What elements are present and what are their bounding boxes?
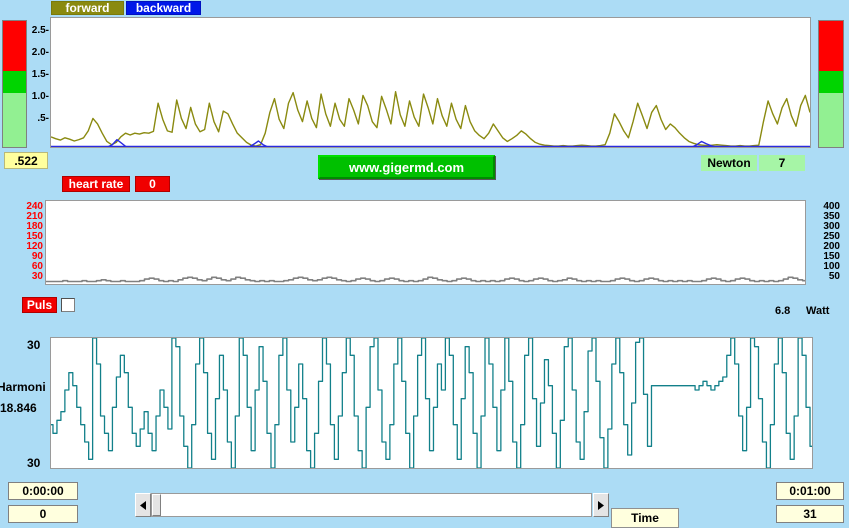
watt-value: 6.8 — [775, 305, 791, 317]
index-start-readout: 0 — [8, 505, 78, 523]
time-end-readout: 0:01:00 — [776, 482, 844, 500]
harmonic-chart-canvas — [51, 338, 812, 468]
gauge-segment-lightgreen — [3, 92, 26, 147]
gauge-segment-green — [3, 71, 26, 93]
y-tick: .5- — [37, 113, 49, 124]
index-end-readout: 31 — [776, 505, 844, 523]
puls-label: Puls — [22, 297, 57, 313]
triangle-right-icon — [597, 500, 604, 510]
time-start-readout: 0:00:00 — [8, 482, 78, 500]
scroll-right-button[interactable] — [593, 493, 609, 517]
y-tick: 1.0- — [31, 91, 49, 102]
gauge-segment-red — [819, 21, 843, 72]
gauge-segment-red — [3, 21, 26, 72]
watt-label: Watt — [806, 305, 830, 317]
y-tick: 1.5- — [31, 69, 49, 80]
y-tick: 2.0- — [31, 47, 49, 58]
heart-rate-chart[interactable] — [45, 200, 806, 285]
heart-rate-title: heart rate — [62, 176, 130, 192]
force-chart[interactable] — [50, 17, 811, 148]
time-button[interactable]: Time — [611, 508, 679, 528]
force-gauge-left — [2, 20, 27, 148]
y-tick: 2.5- — [31, 25, 49, 36]
newton-unit-label: Newton — [701, 155, 757, 171]
harmonic-bottom-tick: 30 — [27, 456, 41, 470]
y-tick: 30 — [31, 271, 43, 282]
force-chart-canvas — [51, 18, 810, 147]
triangle-left-icon — [139, 500, 146, 510]
gauge-segment-lightgreen — [819, 92, 843, 147]
scrollbar-track[interactable] — [151, 493, 592, 517]
gigermd-link-button[interactable]: www.gigermd.com — [318, 155, 495, 179]
heart-rate-chart-canvas — [46, 201, 805, 284]
force-gauge-right — [818, 20, 844, 148]
harmonic-name-label: Harmoni — [0, 380, 46, 394]
forward-legend-button[interactable]: forward — [51, 1, 124, 15]
harmonic-value: 18.846 — [0, 401, 37, 415]
scroll-left-button[interactable] — [135, 493, 151, 517]
y-tick: 50 — [828, 271, 840, 282]
backward-legend-button[interactable]: backward — [126, 1, 201, 15]
timeline-scrollbar[interactable] — [135, 493, 609, 517]
harmonic-chart[interactable] — [50, 337, 813, 469]
application-window: forward backward 2.5- 2.0- 1.5- 1.0- .5-… — [0, 0, 849, 528]
puls-checkbox[interactable] — [61, 298, 75, 312]
force-y-axis-ticks: 2.5- 2.0- 1.5- 1.0- .5- — [27, 26, 49, 136]
heart-rate-y-axis-ticks: 240 210 180 150 120 90 60 30 — [13, 202, 43, 282]
gauge-segment-green — [819, 71, 843, 93]
heart-rate-value: 0 — [135, 176, 170, 192]
force-value-readout: .522 — [4, 152, 48, 169]
newton-unit-value: 7 — [759, 155, 805, 171]
scrollbar-thumb[interactable] — [152, 494, 161, 516]
harmonic-top-tick: 30 — [27, 338, 41, 352]
watt-y-axis-ticks: 400 350 300 250 200 150 100 50 — [812, 202, 840, 282]
